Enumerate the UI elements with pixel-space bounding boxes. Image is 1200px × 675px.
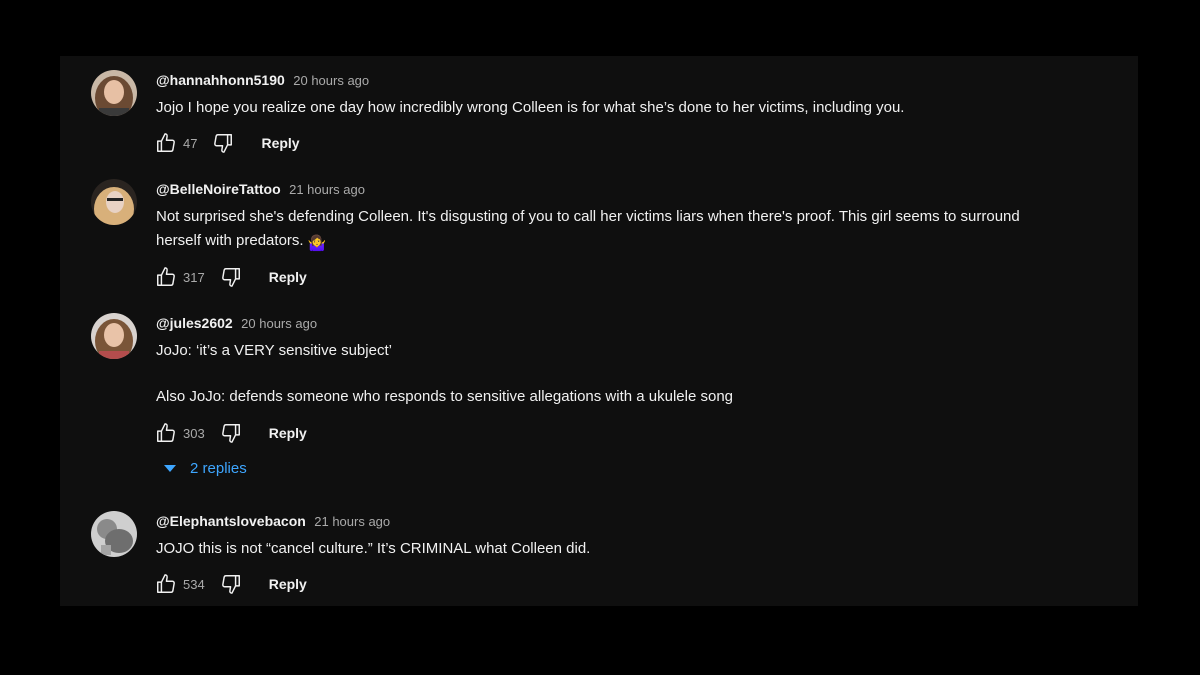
comment-text-line: JoJo: ‘it’s a VERY sensitive subject’ [156,342,392,359]
comment-actions: 317 Reply [154,265,307,289]
like-count: 303 [183,425,205,441]
avatar[interactable] [91,313,137,359]
avatar[interactable] [91,179,137,225]
comment-actions: 534 Reply [154,572,307,596]
reply-button[interactable]: Reply [269,269,307,285]
like-count: 47 [183,135,198,151]
comment-text-fragment: herself with predators. [156,232,304,249]
thumbs-up-icon[interactable] [154,572,178,596]
comment-time[interactable]: 20 hours ago [293,73,369,88]
comment-author[interactable]: @Elephantslovebacon [156,513,306,529]
comment-author[interactable]: @jules2602 [156,315,233,331]
thumbs-down-icon[interactable] [219,572,243,596]
reply-button[interactable]: Reply [269,425,307,441]
comment-text-line: Jojo I hope you realize one day how incr… [156,99,905,116]
view-replies-button[interactable]: 2 replies [164,460,247,477]
comment-time[interactable]: 20 hours ago [241,316,317,331]
comment-author[interactable]: @hannahhonn5190 [156,72,285,88]
caret-down-icon [164,464,176,473]
thumbs-up-icon[interactable] [154,265,178,289]
comment-text-line: herself with predators. 🤷‍♀️ [156,229,1116,256]
reply-button[interactable]: Reply [269,576,307,592]
shrug-emoji: 🤷‍♀️ [307,235,327,252]
comment-text-line: JOJO this is not “cancel culture.” It’s … [156,540,591,557]
comment-text: JoJo: ‘it’s a VERY sensitive subject’ Al… [156,339,1116,409]
comment-actions: 303 Reply [154,421,307,445]
reply-button[interactable]: Reply [261,135,299,151]
replies-count-label: 2 replies [190,460,247,477]
comment-time[interactable]: 21 hours ago [289,182,365,197]
comment-meta: @hannahhonn5190 20 hours ago [156,72,369,90]
comment-text-line: Not surprised she's defending Colleen. I… [156,208,1020,225]
thumbs-down-icon[interactable] [219,265,243,289]
thumbs-up-icon[interactable] [154,421,178,445]
comments-panel: @hannahhonn5190 20 hours ago Jojo I hope… [60,56,1138,606]
comment-actions: 47 Reply [154,131,300,155]
comment-text-line: Also JoJo: defends someone who responds … [156,388,734,405]
comment-text: Jojo I hope you realize one day how incr… [156,96,1116,120]
thumbs-down-icon[interactable] [211,131,235,155]
comment-meta: @jules2602 20 hours ago [156,315,317,333]
comment-text: Not surprised she's defending Colleen. I… [156,205,1116,256]
like-count: 534 [183,576,205,592]
like-count: 317 [183,269,205,285]
comment-author[interactable]: @BelleNoireTattoo [156,181,281,197]
avatar[interactable] [91,511,137,557]
comment-meta: @Elephantslovebacon 21 hours ago [156,513,390,531]
comment-time[interactable]: 21 hours ago [314,514,390,529]
comment-meta: @BelleNoireTattoo 21 hours ago [156,181,365,199]
comment-text: JOJO this is not “cancel culture.” It’s … [156,537,1116,561]
thumbs-down-icon[interactable] [219,421,243,445]
avatar[interactable] [91,70,137,116]
thumbs-up-icon[interactable] [154,131,178,155]
